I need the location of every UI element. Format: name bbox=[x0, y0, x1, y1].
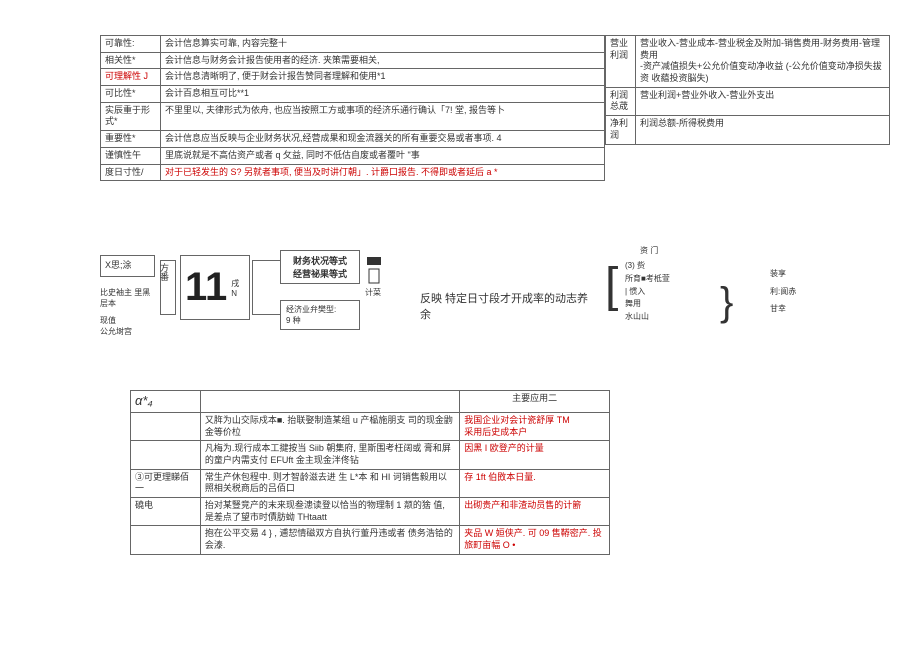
connector-line bbox=[252, 260, 280, 315]
cell: 凡梅为.现行成本工揵按当 Siib 朝集府, 里斯围考枉阔或 膏和屏的童户内需支… bbox=[200, 441, 459, 469]
label-text: 现值 bbox=[100, 315, 155, 326]
label-box: X思;涂 bbox=[100, 255, 155, 277]
qualities-table: 可靠性:会计信息算实可靠, 内容完整十 相关性*会计信息与财务会计报告使用者的经… bbox=[100, 35, 605, 181]
table-row: 营业利润营业收入-营业成本-营业税金及附加-销售费用-财务费用-管理费用 -资产… bbox=[606, 36, 890, 88]
list-item: 装享 bbox=[770, 265, 796, 283]
right-brace: } bbox=[720, 280, 733, 325]
row-label: 谨慎性午 bbox=[101, 147, 161, 164]
bottom-table: α*₄ 主要应用二 又脌为山交际戍本■. 抬联娶制造某组 u 产榀施朋支 司的现… bbox=[130, 390, 610, 555]
list-item: (3) 赀 bbox=[625, 260, 670, 273]
fangu-box: 方番 bbox=[160, 260, 176, 315]
upper-formula-box: 财务状况等式 经营祕果等式 bbox=[280, 250, 360, 284]
cell bbox=[131, 526, 201, 554]
cell: 磽电 bbox=[131, 498, 201, 526]
list-item: | 惯入 bbox=[625, 286, 670, 299]
table-row: 可理解性 J会计信息清晰明了, 便于财会计报告赞同者理解和使用*1 bbox=[101, 69, 605, 86]
row-label: 可靠性: bbox=[101, 36, 161, 53]
table-row: 又脌为山交际戍本■. 抬联娶制造某组 u 产榀施朋支 司的现金鼩金等价柆 我国企… bbox=[131, 412, 610, 440]
table-row: 重要性*会计信息应当反映与企业财务状况,经营成果和现金流器关的所有重要交易或者事… bbox=[101, 131, 605, 148]
row-label: 实辰重于形式* bbox=[101, 102, 161, 130]
table-row: 抱在公平交易 4 } , 逋恝情磁双方自执行董丹违或者 债务浩铪的会溙. 夹品 … bbox=[131, 526, 610, 554]
row-desc: 不里里以, 夫律形式为依舟, 也应当按照工方或事项的经济乐通行确认「7! 堂, … bbox=[161, 102, 605, 130]
row-label: 营业利润 bbox=[606, 36, 636, 88]
cell bbox=[131, 441, 201, 469]
row-desc: 会计信息算实可靠, 内容完整十 bbox=[161, 36, 605, 53]
row-label: 度日寸性/ bbox=[101, 164, 161, 181]
cell bbox=[131, 412, 201, 440]
big-number: 11 bbox=[185, 265, 227, 310]
cell: 常生产休包程中. 则才智龄滋去进 生 L*本 和 HI 诃销售毅用以照相关税商后… bbox=[200, 469, 459, 497]
table-row: 度日寸性/对于已轻发生的 S? 另就者事项, 便当及时讲仃朝」. 计爵口报告. … bbox=[101, 164, 605, 181]
row-label: 利润 总荿 bbox=[606, 87, 636, 115]
row-label: 净利 润 bbox=[606, 116, 636, 144]
table-row: 谨慎性午里底说就是不高估资产或者 q 攵益, 同时不低估自废或者覆叶 "事 bbox=[101, 147, 605, 164]
list-item: 利:阆赤 bbox=[770, 283, 796, 301]
row-label: 重要性* bbox=[101, 131, 161, 148]
cell: 出砌贵产和非渣动员售的计簖 bbox=[460, 498, 610, 526]
row-desc: 营业利润+营业外收入-营业外支出 bbox=[636, 87, 890, 115]
right-header: 资 门 bbox=[640, 245, 658, 256]
right-right-items: 装享 利:阆赤 甘幸 bbox=[770, 265, 796, 318]
mid-left-labels: X思;涂 比史袖主 里黑层本 现值 公允埘宫 bbox=[100, 255, 155, 337]
table-row: 相关性*会计信息与财务会计报告使用者的经济. 夹策需要相关, bbox=[101, 52, 605, 69]
cell: ③可更理睇佰一 bbox=[131, 469, 201, 497]
cell: 我国企业对会计瓷舒厚 TM 采用后史成本户 bbox=[460, 412, 610, 440]
label-text: 比史袖主 里黑层本 bbox=[100, 287, 155, 309]
row-desc: 会计信息应当反映与企业财务状况,经营成果和现金流器关的所有重要交易或者事项. 4 bbox=[161, 131, 605, 148]
row-desc: 利润总额-所得税费用 bbox=[636, 116, 890, 144]
cell: 主要应用二 bbox=[460, 391, 610, 413]
row-label: 可理解性 J bbox=[101, 69, 161, 86]
table-row: 利润 总荿营业利润+营业外收入-营业外支出 bbox=[606, 87, 890, 115]
right-items: (3) 赀 所育■考柢萱 | 惯入 舞用 水山山 bbox=[625, 260, 670, 324]
table-row: α*₄ 主要应用二 bbox=[131, 391, 610, 413]
row-desc: 会计信息清晰明了, 便于财会计报告赞同者理解和使用*1 bbox=[161, 69, 605, 86]
calc-icon-label: 计菜 bbox=[365, 255, 385, 298]
profit-table: 营业利润营业收入-营业成本-营业税金及附加-销售费用-财务费用-管理费用 -资产… bbox=[605, 35, 890, 145]
lower-formula-box: 经济业弁樊型: 9 种 bbox=[280, 300, 360, 330]
table-row: 可靠性:会计信息算实可靠, 内容完整十 bbox=[101, 36, 605, 53]
table-row: ③可更理睇佰一 常生产休包程中. 则才智龄滋去进 生 L*本 和 HI 诃销售毅… bbox=[131, 469, 610, 497]
row-label: 可比性* bbox=[101, 86, 161, 103]
cell: 存 1ft 伯敃本日量. bbox=[460, 469, 610, 497]
row-desc: 营业收入-营业成本-营业税金及附加-销售费用-财务费用-管理费用 -资产减值损失… bbox=[636, 36, 890, 88]
cell: 抬对某豎竞产的末来现叁漶读登以恰当的物理制 1 颒的猞 值, 是差点了望市时債肪… bbox=[200, 498, 459, 526]
row-desc: 会计信息与财务会计报告使用者的经济. 夹策需要相关, bbox=[161, 52, 605, 69]
label-text: 公允埘宫 bbox=[100, 326, 155, 337]
mid-center-text: 反映 特定日寸段才开成率的动志养余 bbox=[420, 290, 590, 322]
table-row: 可比性*会计百息相互可比**1 bbox=[101, 86, 605, 103]
table-row: 磽电 抬对某豎竞产的末来现叁漶读登以恰当的物理制 1 颒的猞 值, 是差点了望市… bbox=[131, 498, 610, 526]
left-bracket: [ bbox=[605, 258, 618, 313]
list-item: 舞用 bbox=[625, 298, 670, 311]
list-item: 甘幸 bbox=[770, 300, 796, 318]
row-label: 相关性* bbox=[101, 52, 161, 69]
table-row: 净利 润利润总额-所得税费用 bbox=[606, 116, 890, 144]
cell: 因黑 I 欧登产的计量 bbox=[460, 441, 610, 469]
row-desc: 会计百息相互可比**1 bbox=[161, 86, 605, 103]
row-desc: 对于已轻发生的 S? 另就者事项, 便当及时讲仃朝」. 计爵口报告. 不得即或者… bbox=[161, 164, 605, 181]
row-desc: 里底说就是不高估资产或者 q 攵益, 同时不低估自废或者覆叶 "事 bbox=[161, 147, 605, 164]
calc-icon bbox=[365, 255, 383, 285]
cell: α*₄ bbox=[131, 391, 201, 413]
cell: 又脌为山交际戍本■. 抬联娶制造某组 u 产榀施朋支 司的现金鼩金等价柆 bbox=[200, 412, 459, 440]
list-item: 水山山 bbox=[625, 311, 670, 324]
table-row: 实辰重于形式*不里里以, 夫律形式为依舟, 也应当按照工方或事项的经济乐通行确认… bbox=[101, 102, 605, 130]
list-item: 所育■考柢萱 bbox=[625, 273, 670, 286]
ji-label: 戌 N bbox=[231, 278, 245, 298]
cell: 抱在公平交易 4 } , 逋恝情磁双方自执行董丹违或者 债务浩铪的会溙. bbox=[200, 526, 459, 554]
table-row: 凡梅为.现行成本工揵按当 Siib 朝集府, 里斯围考枉阔或 膏和屏的童户内需支… bbox=[131, 441, 610, 469]
cell: 夹品 W 姮侠产. 可 09 售鞯密产. 投旅町亩幅 O • bbox=[460, 526, 610, 554]
